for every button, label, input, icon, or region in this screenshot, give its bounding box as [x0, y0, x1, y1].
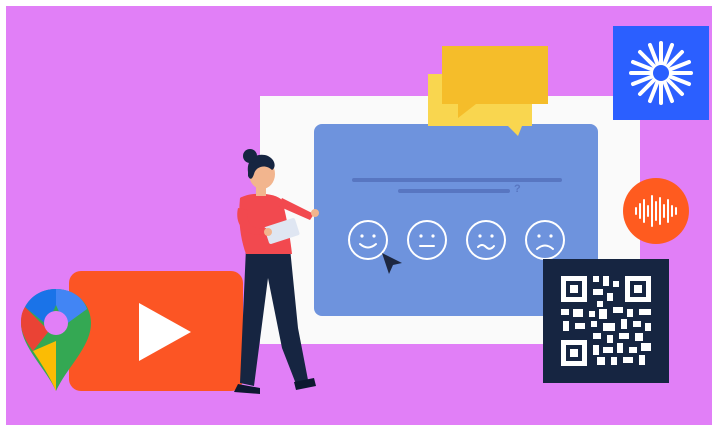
- cursor-icon: [382, 253, 402, 274]
- asterisk-tile: [613, 26, 709, 120]
- person-illustration: [234, 149, 319, 394]
- neutral-face-icon[interactable]: [406, 219, 448, 261]
- qr-code-icon: [561, 276, 651, 366]
- unsure-face-icon[interactable]: [465, 219, 507, 261]
- question-mark: ?: [514, 183, 521, 195]
- asterisk-logo-icon: [629, 41, 693, 105]
- question-line-1: [352, 178, 562, 182]
- chat-bubbles-icon: [428, 46, 548, 136]
- sad-face-icon[interactable]: [524, 219, 566, 261]
- illustration: ?: [0, 0, 718, 431]
- audio-wave-icon: [623, 178, 689, 244]
- map-pin-icon: [21, 289, 91, 391]
- question-line-2: [398, 189, 510, 193]
- qr-tile: [543, 259, 669, 383]
